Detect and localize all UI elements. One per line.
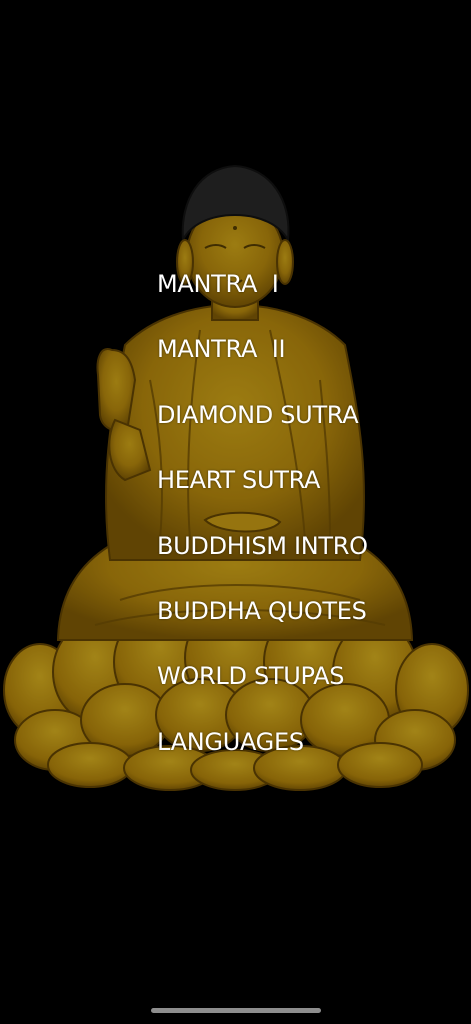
menu-item-diamond-sutra[interactable]: DIAMOND SUTRA xyxy=(157,393,368,458)
main-menu: MANTRA I MANTRA II DIAMOND SUTRA HEART S… xyxy=(157,262,368,785)
menu-item-mantra-1[interactable]: MANTRA I xyxy=(157,262,368,327)
menu-item-buddhism-intro[interactable]: BUDDHISM INTRO xyxy=(157,524,368,589)
home-screen: MANTRA I MANTRA II DIAMOND SUTRA HEART S… xyxy=(0,0,471,1024)
home-indicator[interactable] xyxy=(151,1008,321,1013)
menu-item-languages[interactable]: LANGUAGES xyxy=(157,720,368,785)
menu-item-world-stupas[interactable]: WORLD STUPAS xyxy=(157,654,368,719)
menu-item-mantra-2[interactable]: MANTRA II xyxy=(157,327,368,392)
menu-item-heart-sutra[interactable]: HEART SUTRA xyxy=(157,458,368,523)
menu-item-buddha-quotes[interactable]: BUDDHA QUOTES xyxy=(157,589,368,654)
